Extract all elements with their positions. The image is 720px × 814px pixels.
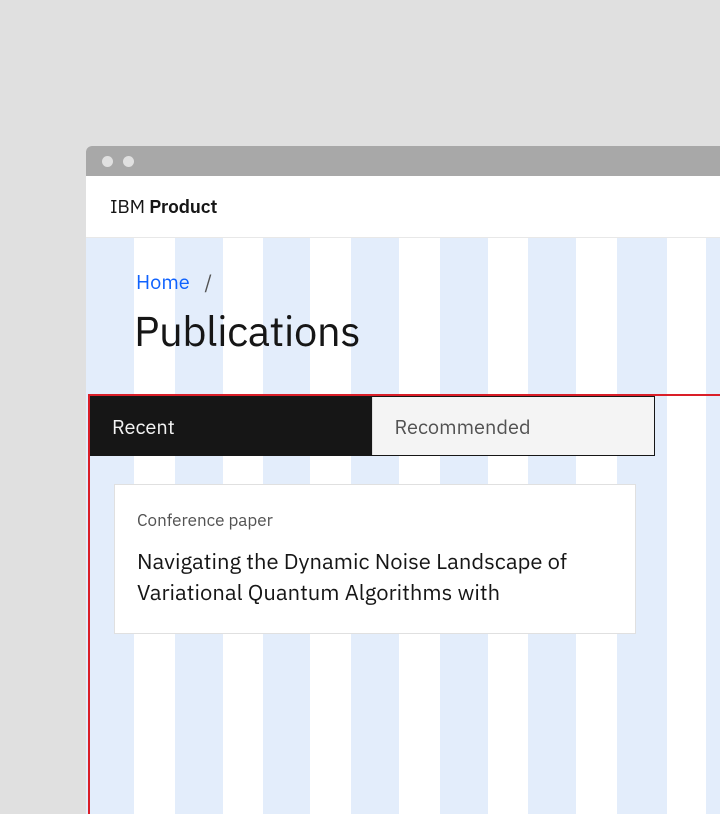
window-titlebar: [86, 146, 720, 176]
browser-window: IBM Product Home / Publications: [86, 146, 720, 814]
page-title: Publications: [86, 295, 720, 394]
window-control-dot[interactable]: [102, 156, 113, 167]
tab-recent[interactable]: Recent: [90, 397, 372, 455]
brand-name: Product: [149, 195, 217, 219]
brand: IBM Product: [110, 195, 217, 219]
window-control-dot[interactable]: [123, 156, 134, 167]
content-area: IBM Product Home / Publications: [86, 176, 720, 814]
main: Home / Publications Recent Recommended C…: [86, 238, 720, 814]
breadcrumb-separator: /: [205, 268, 213, 295]
tabs: Recent Recommended: [90, 396, 655, 456]
header: IBM Product: [86, 176, 720, 238]
breadcrumb: Home /: [86, 238, 720, 295]
publication-card[interactable]: Conference paper Navigating the Dynamic …: [114, 484, 636, 634]
brand-prefix: IBM: [110, 195, 145, 219]
publication-type: Conference paper: [137, 509, 613, 531]
tab-recommended[interactable]: Recommended: [372, 397, 655, 455]
publication-title: Navigating the Dynamic Noise Landscape o…: [137, 547, 613, 609]
breadcrumb-home-link[interactable]: Home: [136, 268, 190, 295]
highlighted-region: Recent Recommended Conference paper Navi…: [88, 394, 720, 814]
